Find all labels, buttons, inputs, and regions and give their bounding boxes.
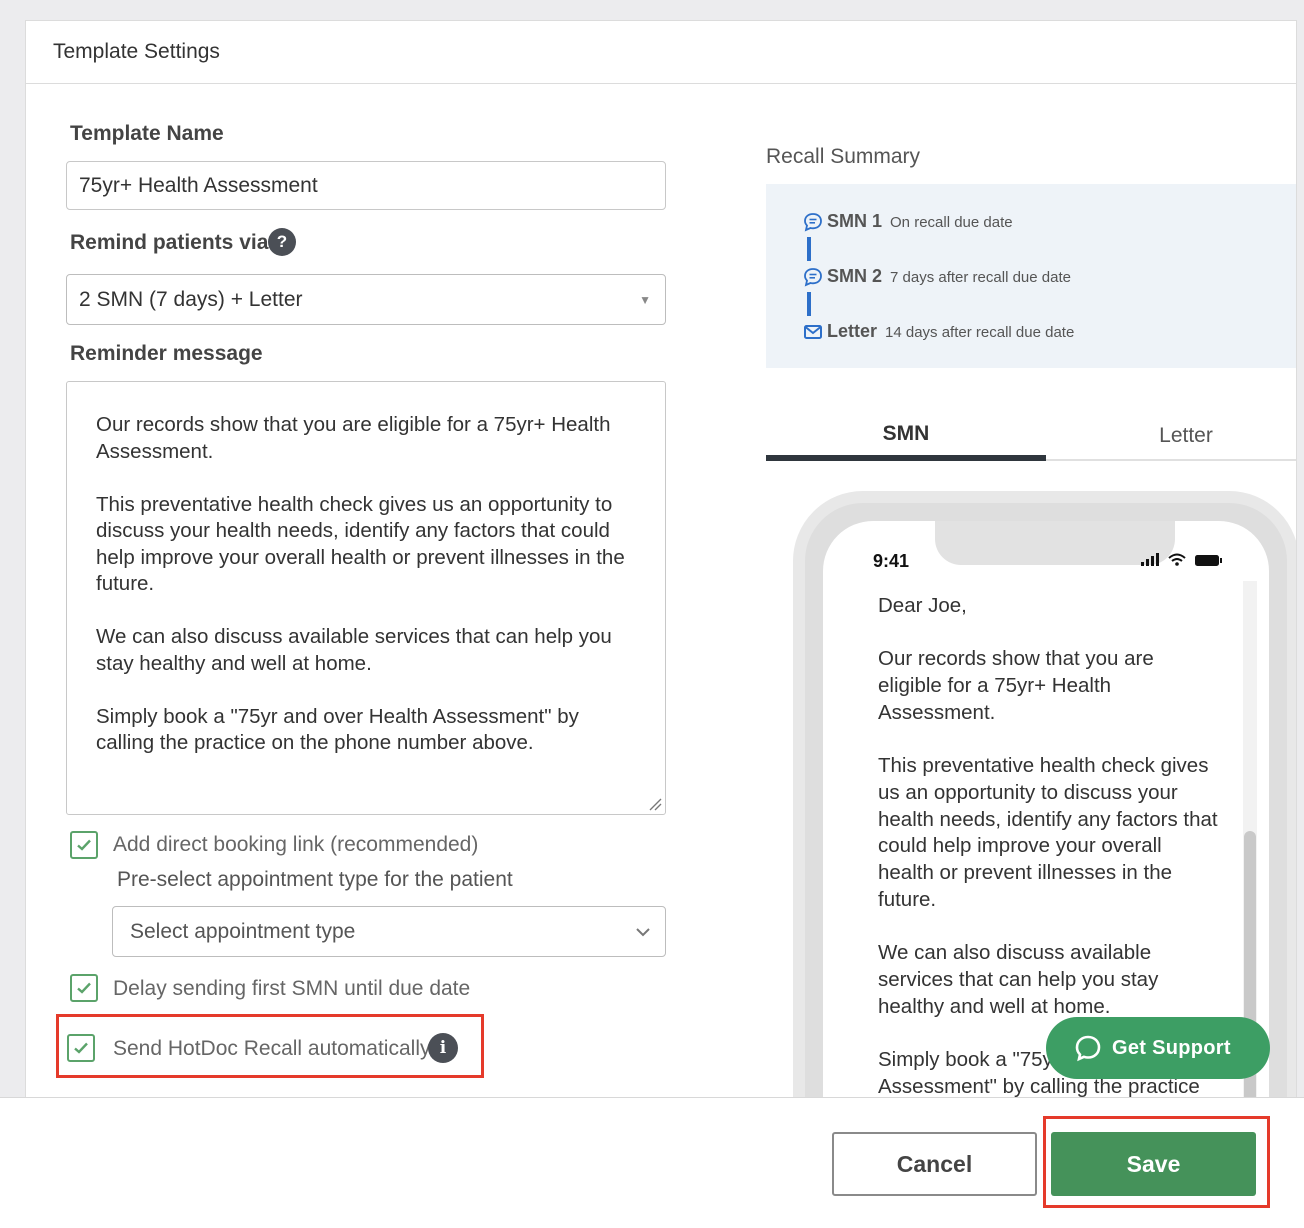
preview-greeting: Dear Joe, <box>878 594 967 617</box>
tab-smn[interactable]: SMN <box>766 413 1046 461</box>
chat-bubble-icon <box>804 268 822 287</box>
info-icon[interactable]: i <box>428 1033 458 1063</box>
preselect-label: Pre-select appointment type for the pati… <box>117 868 513 891</box>
step-name: SMN 2 <box>827 266 883 286</box>
caret-down-icon: ▼ <box>639 292 651 307</box>
help-icon[interactable]: ? <box>268 228 296 256</box>
template-name-label: Template Name <box>70 122 224 145</box>
preview-paragraph: Our records show that you are eligible f… <box>878 647 1154 724</box>
summary-step: SMN 2 7 days after recall due date <box>804 266 1071 287</box>
message-paragraph: Simply book a "75yr and over Health Asse… <box>96 704 579 755</box>
step-connector <box>807 237 811 261</box>
step-description: On recall due date <box>890 214 1013 231</box>
step-description: 7 days after recall due date <box>890 269 1071 286</box>
auto-send-checkbox[interactable] <box>67 1034 95 1062</box>
appointment-type-select[interactable]: Select appointment type <box>112 906 666 957</box>
delay-label: Delay sending first SMN until due date <box>113 977 471 1000</box>
message-paragraph: This preventative health check gives us … <box>96 492 625 596</box>
recall-summary-box: SMN 1 On recall due date SMN 2 7 days af… <box>766 184 1296 368</box>
phone-preview: 9:41 Dear Joe, Our records show that you… <box>793 491 1296 1099</box>
message-paragraph: Our records show that you are eligible f… <box>96 413 611 463</box>
chat-bubble-icon <box>804 213 822 232</box>
get-support-label: Get Support <box>1112 1036 1231 1059</box>
panel-title: Template Settings <box>26 21 1296 84</box>
delay-checkbox[interactable] <box>70 974 98 1002</box>
remind-via-label: Remind patients via <box>70 231 269 254</box>
get-support-button[interactable]: Get Support <box>1046 1017 1270 1079</box>
preview-paragraph: We can also discuss available services t… <box>878 941 1159 1018</box>
checkmark-icon <box>77 982 91 994</box>
status-time: 9:41 <box>873 551 910 571</box>
phone-notch <box>935 521 1175 565</box>
reminder-message-textarea[interactable]: Our records show that you are eligible f… <box>66 381 666 815</box>
remind-via-select[interactable]: 2 SMN (7 days) + Letter ▼ <box>66 274 666 325</box>
template-name-input[interactable] <box>66 161 666 210</box>
message-paragraph: We can also discuss available services t… <box>96 625 612 675</box>
resize-grip-icon[interactable] <box>648 797 662 811</box>
template-settings-panel: Template Settings Template Name Remind p… <box>25 20 1297 1100</box>
chat-icon <box>1075 1035 1101 1062</box>
step-name: SMN 1 <box>827 211 883 231</box>
preview-paragraph: This preventative health check gives us … <box>878 754 1218 911</box>
appointment-type-placeholder: Select appointment type <box>130 919 356 943</box>
save-button[interactable]: Save <box>1051 1132 1256 1196</box>
chevron-down-icon <box>636 927 650 936</box>
recall-summary-title: Recall Summary <box>766 145 921 168</box>
cancel-button[interactable]: Cancel <box>832 1132 1037 1196</box>
step-description: 14 days after recall due date <box>885 324 1075 341</box>
auto-send-label: Send HotDoc Recall automatically <box>113 1037 431 1060</box>
tab-letter[interactable]: Letter <box>1046 413 1296 461</box>
checkmark-icon <box>74 1042 88 1054</box>
envelope-icon <box>804 325 822 339</box>
booking-link-label: Add direct booking link (recommended) <box>113 833 479 856</box>
remind-via-value: 2 SMN (7 days) + Letter <box>79 287 303 311</box>
summary-step: SMN 1 On recall due date <box>804 211 1013 232</box>
phone-screen: 9:41 Dear Joe, Our records show that you… <box>823 521 1269 1099</box>
booking-link-checkbox[interactable] <box>70 831 98 859</box>
step-name: Letter <box>827 321 878 341</box>
checkmark-icon <box>77 839 91 851</box>
summary-step: Letter 14 days after recall due date <box>804 321 1075 342</box>
step-connector <box>807 292 811 316</box>
reminder-message-label: Reminder message <box>70 342 263 365</box>
status-icons <box>1141 553 1222 566</box>
